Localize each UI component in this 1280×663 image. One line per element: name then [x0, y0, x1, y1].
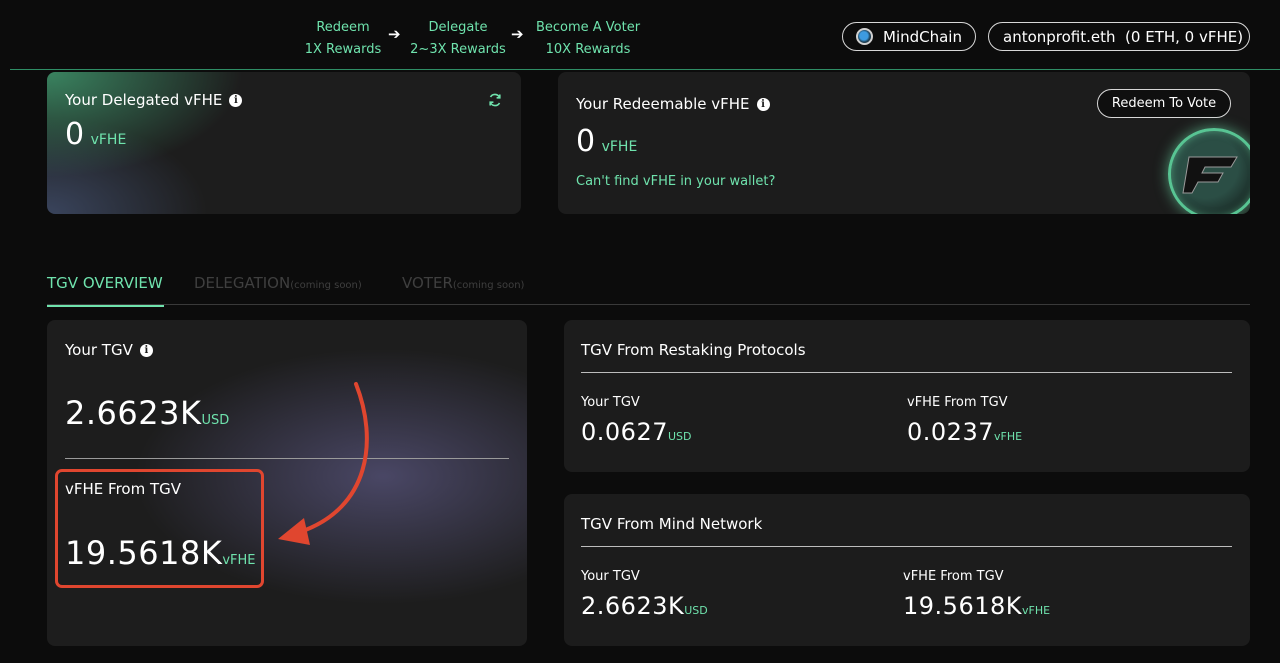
redeemable-vfhe-card: Your Redeemable vFHE i 0 vFHE Can't find… — [558, 72, 1250, 214]
mind-network-divider — [581, 546, 1232, 547]
delegated-vfhe-card: Your Delegated vFHE i 0 vFHE — [47, 72, 521, 214]
chain-logo-icon — [856, 28, 873, 45]
redeem-to-vote-button[interactable]: Redeem To Vote — [1097, 89, 1231, 118]
active-tab-indicator — [47, 305, 164, 307]
redeemable-unit: vFHE — [601, 139, 638, 155]
tab-label: DELEGATION — [194, 274, 291, 292]
delegated-title: Your Delegated vFHE i — [65, 91, 243, 109]
restaking-vfhe-unit: vFHE — [993, 430, 1023, 443]
cant-find-vfhe-link[interactable]: Can't find vFHE in your wallet? — [576, 174, 775, 189]
mind-your-tgv-value: 2.6623K — [581, 592, 685, 620]
mind-vfhe-label: vFHE From TGV — [903, 569, 1004, 584]
restaking-title: TGV From Restaking Protocols — [581, 341, 806, 359]
mind-vfhe: 19.5618K vFHE — [903, 592, 1050, 620]
delegated-unit: vFHE — [90, 132, 127, 148]
tab-label: TGV OVERVIEW — [47, 274, 163, 292]
mind-your-tgv: 2.6623K USD — [581, 592, 708, 620]
annotation-highlight-box — [55, 469, 264, 588]
mind-vfhe-value: 19.5618K — [903, 592, 1022, 620]
mind-your-tgv-label: Your TGV — [581, 569, 640, 584]
overview-tabs: TGV OVERVIEW DELEGATION(coming soon) VOT… — [47, 270, 1250, 307]
info-icon[interactable]: i — [756, 97, 770, 111]
step-action: Become A Voter — [535, 20, 641, 35]
step-action: Delegate — [428, 20, 488, 35]
top-bar-divider — [10, 69, 1280, 70]
network-button[interactable]: MindChain — [842, 22, 976, 51]
your-tgv-title-text: Your TGV — [65, 341, 133, 359]
redeemable-title-text: Your Redeemable vFHE — [576, 95, 750, 113]
tgv-restaking-card: TGV From Restaking Protocols Your TGV 0.… — [564, 320, 1250, 472]
app-stage: Redeem 1X Rewards ➔ Delegate 2~3X Reward… — [0, 0, 1280, 663]
your-tgv-unit: USD — [201, 413, 230, 428]
step-reward: 10X Rewards — [545, 42, 631, 57]
top-bar: Redeem 1X Rewards ➔ Delegate 2~3X Reward… — [0, 0, 1280, 70]
tab-voter[interactable]: VOTER(coming soon) — [402, 274, 524, 292]
mind-your-tgv-unit: USD — [684, 604, 708, 617]
your-tgv-value: 2.6623K — [65, 394, 202, 432]
fhe-coin-logo-icon — [1168, 128, 1250, 214]
step-become-voter[interactable]: Become A Voter 10X Rewards — [532, 17, 644, 61]
redeemable-value: 0 — [576, 124, 596, 159]
restaking-your-tgv-label: Your TGV — [581, 395, 640, 410]
restaking-your-tgv-unit: USD — [667, 430, 692, 443]
tgv-card-divider — [65, 458, 509, 459]
tab-delegation[interactable]: DELEGATION(coming soon) — [194, 274, 362, 292]
redeemable-title: Your Redeemable vFHE i — [576, 95, 770, 113]
step-delegate[interactable]: Delegate 2~3X Rewards — [410, 17, 506, 61]
tgv-mind-network-card: TGV From Mind Network Your TGV 2.6623K U… — [564, 494, 1250, 646]
info-icon[interactable]: i — [229, 93, 243, 107]
refresh-icon[interactable] — [487, 92, 503, 108]
step-redeem[interactable]: Redeem 1X Rewards — [300, 17, 386, 61]
your-tgv-title: Your TGV i — [65, 341, 153, 359]
info-icon[interactable]: i — [139, 343, 153, 357]
tabs-divider — [47, 304, 1250, 305]
restaking-divider — [581, 372, 1232, 373]
step-reward: 1X Rewards — [304, 42, 382, 57]
tab-suffix: (coming soon) — [452, 280, 525, 291]
restaking-vfhe: 0.0237 vFHE — [907, 418, 1022, 446]
restaking-vfhe-label: vFHE From TGV — [907, 395, 1008, 410]
network-label: MindChain — [883, 27, 962, 46]
wallet-label: antonprofit.eth (0 ETH, 0 vFHE) — [1003, 27, 1244, 46]
delegated-value: 0 — [65, 117, 85, 152]
mind-network-title: TGV From Mind Network — [581, 515, 763, 533]
step-arrow-icon: ➔ — [511, 25, 524, 43]
restaking-your-tgv: 0.0627 USD — [581, 418, 692, 446]
restaking-your-tgv-value: 0.0627 — [581, 418, 668, 446]
delegated-title-text: Your Delegated vFHE — [65, 91, 223, 109]
tab-suffix: (coming soon) — [290, 280, 362, 291]
wallet-button[interactable]: antonprofit.eth (0 ETH, 0 vFHE) — [988, 22, 1250, 51]
restaking-vfhe-value: 0.0237 — [907, 418, 994, 446]
step-reward: 2~3X Rewards — [410, 42, 506, 57]
redeemable-amount: 0 vFHE — [576, 124, 637, 159]
step-arrow-icon: ➔ — [388, 25, 401, 43]
delegated-amount: 0 vFHE — [65, 117, 126, 152]
tab-label: VOTER — [402, 274, 453, 292]
step-action: Redeem — [316, 20, 370, 35]
your-tgv-amount: 2.6623K USD — [65, 394, 229, 432]
mind-vfhe-unit: vFHE — [1021, 604, 1051, 617]
tab-tgv-overview[interactable]: TGV OVERVIEW — [47, 274, 164, 307]
